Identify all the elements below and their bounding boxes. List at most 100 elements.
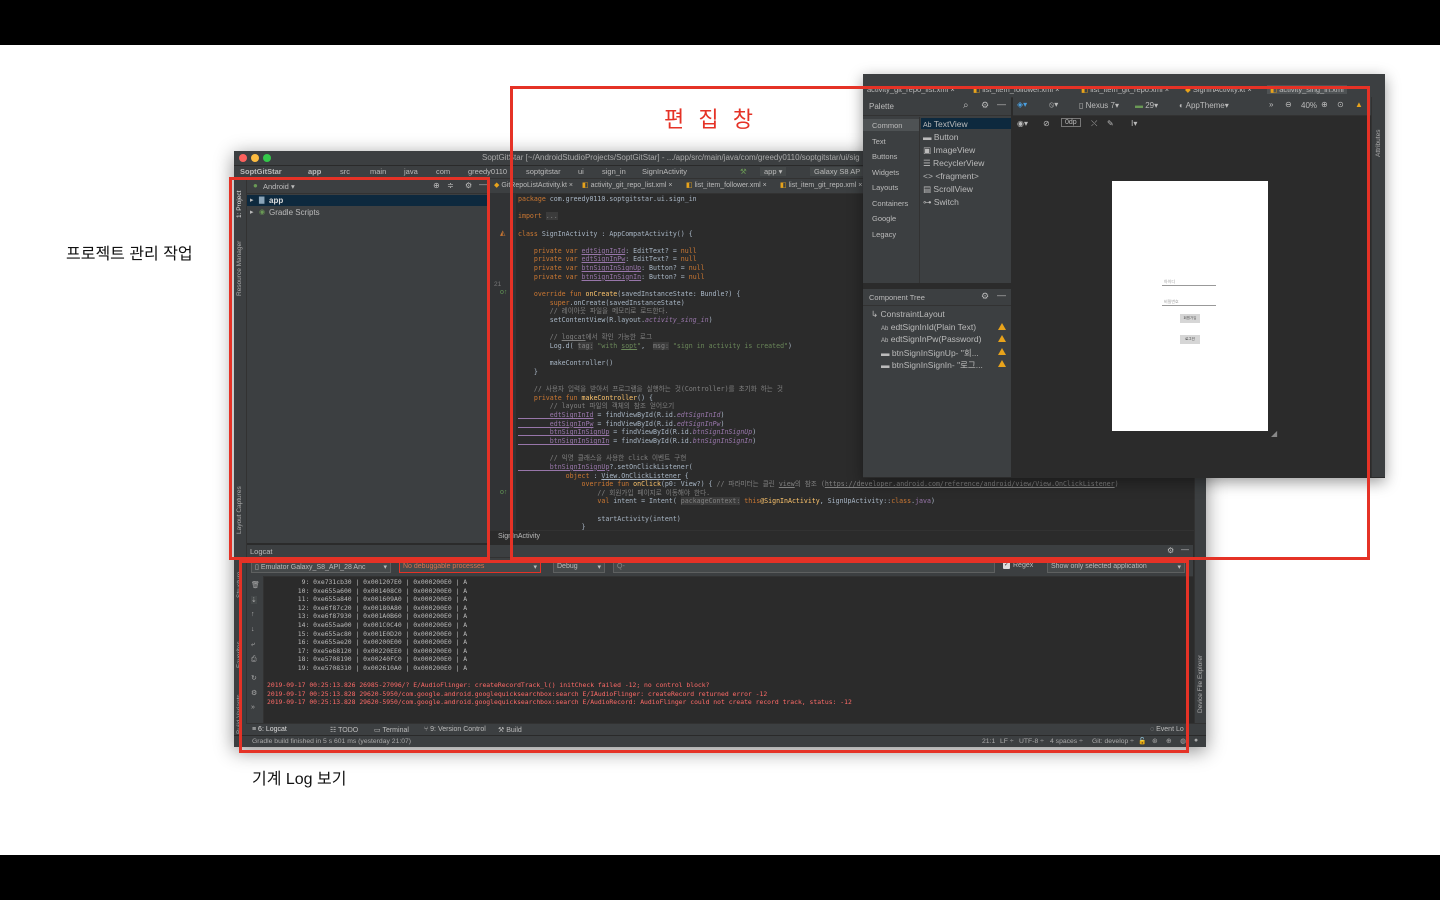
- category-containers[interactable]: Containers: [872, 199, 908, 208]
- up-arrow-icon[interactable]: ↑: [251, 611, 255, 618]
- category-google[interactable]: Google: [872, 214, 896, 223]
- breadcrumb-ui[interactable]: ui: [578, 167, 584, 176]
- trash-icon[interactable]: 🗑: [251, 581, 260, 589]
- eye-icon[interactable]: ◉▾: [1017, 119, 1028, 128]
- design-surface[interactable]: ◈▾ ⦸▾ ▯ Nexus 7▾ ▬ 29▾ ◐ AppTheme▾ » ⊖ 4…: [1013, 97, 1371, 477]
- device-select[interactable]: Galaxy S8 AP: [810, 167, 865, 176]
- category-buttons[interactable]: Buttons: [872, 152, 897, 161]
- gear-icon[interactable]: ⚙: [1167, 546, 1174, 555]
- override-gutter-icon[interactable]: o↑: [500, 289, 507, 296]
- scroll-to-end-icon[interactable]: ⇣: [251, 596, 257, 604]
- palette-item-imageview[interactable]: ▣ ImageView: [923, 145, 975, 156]
- down-arrow-icon[interactable]: ↓: [251, 626, 255, 633]
- palette-item-recyclerview[interactable]: ☰ RecyclerView: [923, 158, 984, 169]
- palette-item-button[interactable]: ▬ Button: [923, 132, 958, 142]
- gear-icon[interactable]: ⚙: [981, 100, 989, 111]
- breadcrumb-sign-in[interactable]: sign_in: [602, 167, 626, 176]
- warning-icon[interactable]: [998, 323, 1006, 330]
- palette-item-textview[interactable]: Ab TextView: [923, 119, 968, 129]
- device-file-explorer-tab[interactable]: Device File Explorer: [1197, 655, 1204, 713]
- breadcrumb-app[interactable]: app: [308, 167, 321, 176]
- view-mode-select[interactable]: Android ▾: [263, 182, 295, 191]
- tab-activity-sing-in[interactable]: ◧ activity_sing_in.xml: [1267, 85, 1347, 94]
- category-layouts[interactable]: Layouts: [872, 183, 898, 192]
- tab-terminal[interactable]: ▭ Terminal: [374, 726, 409, 734]
- breadcrumb-java[interactable]: java: [404, 167, 418, 176]
- hide-panel-icon[interactable]: —: [1181, 545, 1189, 554]
- resize-handle-icon[interactable]: ◢: [1271, 429, 1277, 438]
- editor-footer-label[interactable]: SignInActivity: [498, 533, 540, 540]
- resource-manager-tab[interactable]: Resource Manager: [236, 241, 243, 296]
- tab-list-item-git-repo[interactable]: ◧ list_item_git_repo.xml ×: [1081, 85, 1169, 94]
- tree-row-app[interactable]: ▸ ▇ app: [247, 195, 487, 206]
- breadcrumb-class[interactable]: SignInActivity: [642, 167, 687, 176]
- tab-event-log[interactable]: ◌ Event Lo: [1150, 726, 1184, 733]
- palette-item-scrollview[interactable]: ▤ ScrollView: [923, 184, 973, 195]
- minimize-window-button[interactable]: [251, 154, 259, 162]
- override-gutter-icon[interactable]: o↑: [500, 489, 507, 496]
- warning-icon[interactable]: [998, 348, 1006, 355]
- process-dropdown[interactable]: No debuggable processes ▾: [399, 561, 541, 573]
- more-icon[interactable]: »: [251, 704, 255, 711]
- search-icon[interactable]: ⌕: [963, 100, 969, 111]
- tab-list-item-git-repo[interactable]: ◧ list_item_git_repo.xml ×: [780, 181, 862, 189]
- hammer-icon[interactable]: ⚒: [740, 167, 747, 176]
- layers-icon[interactable]: ◈▾: [1017, 100, 1027, 109]
- hide-panel-icon[interactable]: —: [997, 99, 1006, 109]
- log-output[interactable]: 9: 0xe731cb30 | 0x001207E0 | 0x000200E0 …: [267, 578, 852, 707]
- favorites-tab[interactable]: Favorites: [236, 641, 243, 668]
- category-common[interactable]: Common: [872, 121, 902, 130]
- log-level-dropdown[interactable]: Debug ▾: [553, 561, 605, 573]
- tree-node-btnsigninsignin[interactable]: ▬ btnSignInSignIn- "로그...: [881, 359, 983, 371]
- regex-checkbox[interactable]: ✓: [1003, 562, 1010, 569]
- tree-node-edtsigninid[interactable]: Ab edtSignInId(Plain Text): [881, 322, 976, 332]
- gear-icon[interactable]: ⚙: [465, 181, 472, 190]
- print-icon[interactable]: ⎙: [251, 656, 257, 664]
- palette-item-switch[interactable]: ⊶ Switch: [923, 197, 959, 208]
- breadcrumb-src[interactable]: src: [340, 167, 350, 176]
- tab-build[interactable]: ⚒ Build: [498, 726, 522, 734]
- clear-constraints-icon[interactable]: ⤬: [1091, 119, 1097, 129]
- layout-captures-tab[interactable]: Layout Captures: [236, 486, 243, 534]
- tab-signinactivity[interactable]: ◆ SignInActivity.kt ×: [1185, 85, 1252, 94]
- soft-wrap-icon[interactable]: ⤶: [251, 641, 255, 649]
- run-config-select[interactable]: app ▾: [760, 167, 787, 176]
- tab-gitrepolistactivity[interactable]: ◆ GitRepoListActivity.kt ×: [494, 181, 573, 189]
- guidelines-icon[interactable]: Ⅰ▾: [1131, 119, 1137, 128]
- warning-icon[interactable]: [998, 360, 1006, 367]
- gear-icon[interactable]: ⚙: [981, 291, 989, 302]
- zoom-in-icon[interactable]: ⊕: [1321, 100, 1328, 109]
- line-separator[interactable]: LF ÷: [1000, 738, 1014, 745]
- tab-list-item-follower[interactable]: ◧ list_item_follower.xml ×: [973, 85, 1060, 94]
- file-encoding[interactable]: UTF-8 ÷: [1019, 738, 1044, 745]
- zoom-out-icon[interactable]: ⊖: [1285, 100, 1292, 109]
- lock-icon[interactable]: 🔓: [1138, 737, 1146, 745]
- layout-preview-screen[interactable]: 아이디 비밀번호 회원가입 로그인: [1112, 181, 1268, 431]
- tab-version-control[interactable]: ⑂ 9: Version Control: [424, 726, 486, 733]
- warning-icon[interactable]: [998, 335, 1006, 342]
- category-text[interactable]: Text: [872, 137, 886, 146]
- tab-todo[interactable]: ☷ TODO: [330, 726, 358, 734]
- orientation-icon[interactable]: ⦸▾: [1049, 100, 1058, 110]
- theme-select[interactable]: ◐ AppTheme▾: [1179, 101, 1229, 110]
- hide-panel-icon[interactable]: —: [479, 180, 487, 189]
- palette-item-fragment[interactable]: <> <fragment>: [923, 171, 979, 181]
- device-select[interactable]: ▯ Nexus 7▾: [1079, 101, 1119, 110]
- breadcrumb-com[interactable]: com: [436, 167, 450, 176]
- magnet-icon[interactable]: ⊘: [1043, 119, 1050, 128]
- warning-icon[interactable]: ▲: [1355, 100, 1363, 109]
- tree-node-btnsigninsignup[interactable]: ▬ btnSignInSignUp- "회...: [881, 347, 979, 359]
- notifications-icon[interactable]: ●: [1194, 737, 1198, 744]
- filter-dropdown[interactable]: Show only selected application ▾: [1047, 561, 1185, 573]
- tree-row-gradle[interactable]: ▸ ◉ Gradle Scripts: [247, 207, 487, 218]
- category-widgets[interactable]: Widgets: [872, 168, 899, 177]
- close-window-button[interactable]: [239, 154, 247, 162]
- build-variants-tab[interactable]: Build Variants: [236, 694, 243, 734]
- device-dropdown[interactable]: ▯ Emulator Galaxy_S8_API_28 Anc ▾: [251, 561, 391, 573]
- memory-icon[interactable]: ◍: [1180, 737, 1186, 745]
- signup-button-preview[interactable]: 회원가입: [1180, 314, 1200, 323]
- attributes-tab[interactable]: Attributes: [1375, 130, 1382, 157]
- tab-activity-git-repo-list[interactable]: ◧ activity_git_repo_list.xml ×: [582, 181, 673, 189]
- log-search-input[interactable]: Q-: [613, 561, 995, 573]
- expand-icon[interactable]: ▸: [250, 196, 254, 204]
